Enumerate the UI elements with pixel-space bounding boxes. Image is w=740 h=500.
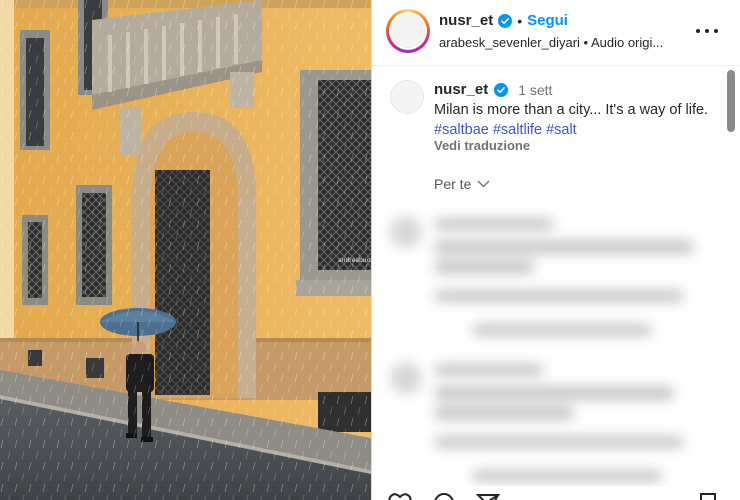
author-avatar[interactable] — [386, 9, 430, 53]
caption-header: nusr_et 1 sett — [434, 81, 552, 98]
author-username[interactable]: nusr_et — [439, 12, 493, 29]
comments-filter-dropdown[interactable]: Per te — [434, 176, 490, 192]
hashtag-link[interactable]: #saltlife — [493, 122, 542, 138]
comment-icon[interactable] — [432, 492, 456, 500]
caption-username[interactable]: nusr_et — [434, 81, 488, 98]
hashtag-link[interactable]: #salt — [546, 122, 577, 138]
bookmark-icon[interactable] — [698, 492, 718, 500]
heart-icon[interactable] — [388, 492, 412, 500]
post-header: nusr_et • Segui arabesk_sevenler_diyari … — [372, 0, 740, 66]
action-bar — [372, 486, 740, 500]
separator-dot: • — [517, 12, 523, 29]
caption-avatar[interactable] — [390, 80, 424, 114]
more-options-icon[interactable] — [696, 21, 718, 41]
hashtag-link[interactable]: #saltbae — [434, 122, 489, 138]
verified-icon — [498, 13, 513, 28]
chevron-down-icon — [477, 180, 490, 188]
comments-list[interactable]: nusr_et 1 sett Milan is more than a city… — [372, 67, 724, 500]
share-icon[interactable] — [476, 492, 500, 500]
blurred-comments — [372, 212, 724, 500]
see-translation-button[interactable]: Vedi traduzione — [434, 138, 530, 153]
comments-scrollbar[interactable] — [727, 70, 735, 132]
post-side-panel: nusr_et • Segui arabesk_sevenler_diyari … — [371, 0, 740, 500]
caption-text: Milan is more than a city... It's a way … — [434, 100, 724, 140]
verified-icon — [494, 82, 509, 97]
instagram-post-modal: andreabuongarzone — [0, 0, 740, 500]
caption-time[interactable]: 1 sett — [518, 82, 552, 98]
author-line: nusr_et • Segui — [439, 12, 568, 29]
audio-line[interactable]: arabesk_sevenler_diyari • Audio origi... — [439, 35, 663, 50]
caption-body: Milan is more than a city... It's a way … — [434, 102, 709, 118]
comments-filter-label: Per te — [434, 176, 472, 192]
post-photo[interactable]: andreabuongarzone — [0, 0, 371, 500]
follow-button[interactable]: Segui — [527, 12, 568, 29]
